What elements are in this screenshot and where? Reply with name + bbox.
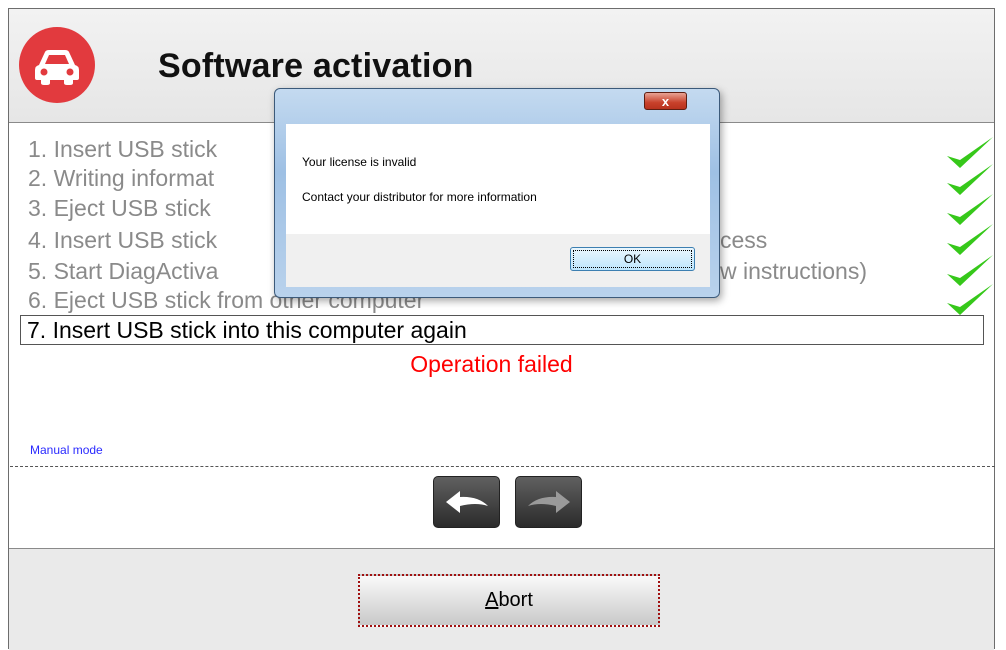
close-icon: x bbox=[661, 93, 670, 109]
activation-window: Software activation 1. Insert USB stick … bbox=[0, 0, 1006, 650]
abort-button[interactable]: Abort bbox=[358, 574, 660, 627]
back-button[interactable] bbox=[433, 476, 500, 528]
forward-button[interactable] bbox=[515, 476, 582, 528]
step-5-suffix: w instructions) bbox=[720, 258, 867, 284]
dialog-body: Your license is invalid Contact your dis… bbox=[286, 124, 710, 234]
back-arrow-icon bbox=[445, 491, 488, 513]
current-step: 7. Insert USB stick into this computer a… bbox=[20, 315, 984, 345]
step-5: 5. Start DiagActiva bbox=[28, 258, 219, 284]
step-4: 4. Insert USB stick bbox=[28, 227, 218, 253]
dialog-message-detail: Contact your distributor for more inform… bbox=[302, 190, 537, 204]
close-button[interactable]: x bbox=[644, 92, 687, 110]
error-message: Operation failed bbox=[410, 351, 573, 377]
page-title: Software activation bbox=[158, 47, 474, 85]
divider bbox=[10, 466, 995, 467]
abort-label: bort bbox=[498, 589, 533, 611]
step-3: 3. Eject USB stick bbox=[28, 195, 211, 221]
dialog-message: Your license is invalid bbox=[302, 155, 417, 169]
license-dialog: x Your license is invalid Contact your d… bbox=[274, 88, 720, 298]
car-icon bbox=[19, 27, 95, 103]
dialog-footer: OK bbox=[286, 234, 710, 287]
forward-arrow-icon bbox=[527, 491, 570, 513]
step-4-suffix: cess bbox=[720, 227, 768, 253]
step-1: 1. Insert USB stick bbox=[28, 136, 218, 162]
step-2: 2. Writing informat bbox=[28, 165, 215, 191]
ok-button[interactable]: OK bbox=[570, 247, 695, 271]
manual-mode-link[interactable]: Manual mode bbox=[30, 443, 103, 457]
abort-accelerator: A bbox=[485, 589, 499, 611]
